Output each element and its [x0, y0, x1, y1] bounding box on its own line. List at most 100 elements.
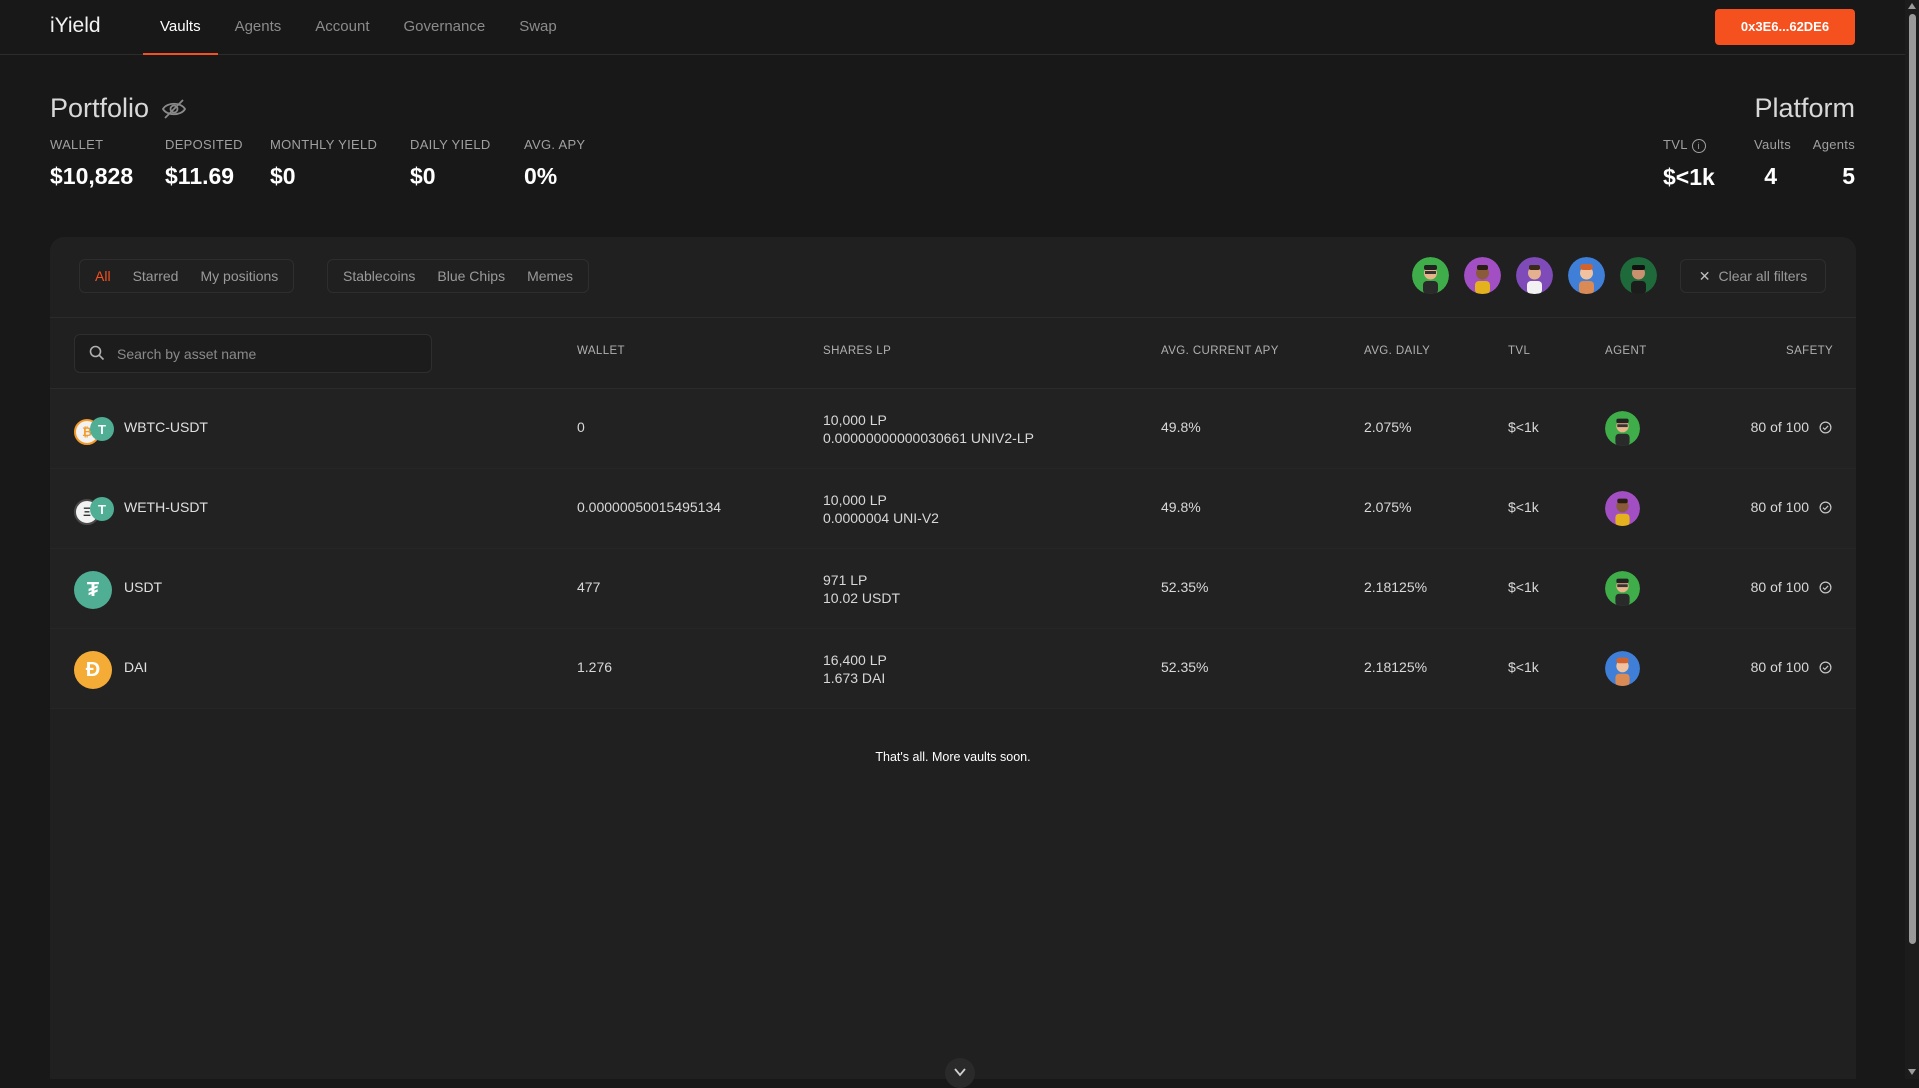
- usdt-icon: T: [90, 417, 114, 441]
- col-avg-daily[interactable]: AVG. DAILY: [1364, 345, 1430, 357]
- vault-row-usdt[interactable]: ₮ USDT 477 971 LP 10.02 USDT 52.35% 2.18…: [50, 549, 1856, 629]
- eye-slash-icon[interactable]: [161, 97, 187, 121]
- agent-avatar[interactable]: [1605, 571, 1640, 606]
- agent-avatar[interactable]: [1605, 651, 1640, 686]
- col-safety[interactable]: SAFETY: [1786, 345, 1833, 357]
- tvl: $<1k: [1508, 579, 1539, 595]
- wallet-value: 1.276: [577, 659, 613, 675]
- filter-my-positions[interactable]: My positions: [189, 261, 289, 291]
- tab-vaults[interactable]: Vaults: [143, 0, 218, 55]
- stat-daily-yield: DAILY YIELD $0: [410, 137, 491, 190]
- top-navbar: iYield Vaults Agents Account Governance …: [0, 0, 1905, 55]
- stat-avg-apy: AVG. APY 0%: [524, 137, 585, 190]
- portfolio-heading: Portfolio: [50, 93, 187, 124]
- tab-agents[interactable]: Agents: [218, 0, 299, 54]
- vault-row-wbtc-usdt[interactable]: ₿ T WBTC-USDT 0 10,000 LP 0.000000000000…: [50, 389, 1856, 469]
- safety-score: 80 of 100: [1751, 419, 1832, 435]
- scrollbar-thumb[interactable]: [1909, 14, 1916, 944]
- shares-underlying: 1.673 DAI: [823, 670, 886, 686]
- stat-wallet: WALLET $10,828: [50, 137, 133, 190]
- vaults-panel: All Starred My positions Stablecoins Blu…: [50, 237, 1856, 1079]
- stat-platform-vaults: Vaults 4: [1741, 137, 1791, 190]
- agent-avatar[interactable]: [1605, 411, 1640, 446]
- filter-stablecoins[interactable]: Stablecoins: [332, 261, 426, 291]
- scroll-down-button[interactable]: [945, 1058, 975, 1088]
- safety-value: 80 of 100: [1750, 579, 1809, 595]
- shield-check-icon: [1819, 661, 1832, 673]
- vault-row-dai[interactable]: Ð DAI 1.276 16,400 LP 1.673 DAI 52.35% 2…: [50, 629, 1856, 709]
- stat-value: $11.69: [165, 163, 235, 189]
- wallet-value: 0.00000050015495134: [577, 499, 722, 515]
- tab-account[interactable]: Account: [298, 0, 386, 54]
- agent-filter-avatar-1[interactable]: [1412, 257, 1449, 294]
- avg-current-apy: 52.35%: [1161, 579, 1209, 595]
- stat-label: Vaults: [1754, 137, 1791, 152]
- category-filter-group: Stablecoins Blue Chips Memes: [327, 259, 589, 293]
- stat-label: TVL i: [1663, 137, 1715, 153]
- stat-label: DEPOSITED: [165, 137, 243, 152]
- stat-value: $10,828: [50, 163, 134, 189]
- avg-daily: 2.075%: [1364, 499, 1412, 515]
- filter-blue-chips[interactable]: Blue Chips: [426, 261, 516, 291]
- stat-value: 0%: [524, 163, 558, 189]
- search-input[interactable]: [115, 335, 419, 372]
- shield-check-icon: [1819, 421, 1832, 433]
- col-shares-lp[interactable]: SHARES LP: [823, 345, 891, 357]
- agent-avatar[interactable]: [1605, 491, 1640, 526]
- vertical-scrollbar[interactable]: [1905, 0, 1919, 1079]
- shares-lp: 10,000 LP 0.0000004 UNI-V2: [823, 491, 939, 527]
- filter-memes[interactable]: Memes: [516, 261, 584, 291]
- stat-platform-agents: Agents 5: [1805, 137, 1855, 190]
- filters-bar: All Starred My positions Stablecoins Blu…: [50, 237, 1856, 318]
- stat-label: AVG. APY: [524, 137, 586, 152]
- shares-lp-amount: 10,000 LP: [823, 492, 887, 508]
- close-icon: ✕: [1698, 268, 1711, 284]
- agent-filter-avatar-3[interactable]: [1516, 257, 1553, 294]
- agent-filter-avatar-5[interactable]: [1620, 257, 1657, 294]
- tvl: $<1k: [1508, 419, 1539, 435]
- stat-value: 4: [1764, 163, 1777, 189]
- clear-all-filters-button[interactable]: ✕ Clear all filters: [1680, 259, 1826, 293]
- col-tvl[interactable]: TVL: [1508, 345, 1530, 357]
- vault-row-weth-usdt[interactable]: Ξ T WETH-USDT 0.00000050015495134 10,000…: [50, 469, 1856, 549]
- scroll-down-arrow[interactable]: [1908, 1069, 1916, 1075]
- stat-label: WALLET: [50, 137, 104, 152]
- filter-all[interactable]: All: [84, 261, 122, 291]
- safety-score: 80 of 100: [1751, 499, 1832, 515]
- dai-icon: Ð: [74, 651, 112, 689]
- end-of-list-note: That's all. More vaults soon.: [875, 750, 1031, 764]
- agent-filter-avatar-2[interactable]: [1464, 257, 1501, 294]
- shares-lp: 16,400 LP 1.673 DAI: [823, 651, 887, 687]
- search-box: [74, 334, 432, 373]
- asset-name: USDT: [124, 579, 163, 595]
- asset-name: DAI: [124, 659, 148, 675]
- tab-swap[interactable]: Swap: [502, 0, 574, 54]
- stat-value: $0: [270, 163, 296, 189]
- avg-current-apy: 52.35%: [1161, 659, 1209, 675]
- main-nav: Vaults Agents Account Governance Swap: [143, 0, 574, 55]
- stat-label: DAILY YIELD: [410, 137, 491, 152]
- info-icon[interactable]: i: [1691, 138, 1706, 153]
- stat-deposited: DEPOSITED $11.69: [165, 137, 243, 190]
- asset-name: WBTC-USDT: [124, 419, 208, 435]
- agent-filter-avatar-4[interactable]: [1568, 257, 1605, 294]
- usdt-icon: ₮: [74, 571, 112, 609]
- safety-value: 80 of 100: [1750, 659, 1809, 675]
- stat-value: 5: [1842, 163, 1855, 189]
- col-wallet[interactable]: WALLET: [577, 345, 625, 357]
- shield-check-icon: [1819, 501, 1832, 513]
- table-header: WALLET SHARES LP AVG. CURRENT APY AVG. D…: [50, 318, 1856, 389]
- tab-governance[interactable]: Governance: [386, 0, 502, 54]
- scroll-up-arrow[interactable]: [1908, 3, 1916, 9]
- usdt-icon: T: [90, 497, 114, 521]
- col-avg-current-apy[interactable]: AVG. CURRENT APY: [1161, 345, 1279, 357]
- col-agent[interactable]: AGENT: [1605, 345, 1647, 357]
- shares-underlying: 10.02 USDT: [823, 590, 901, 606]
- shares-lp-amount: 16,400 LP: [823, 652, 887, 668]
- shares-lp: 10,000 LP 0.00000000000030661 UNIV2-LP: [823, 411, 1034, 447]
- stat-value: $0: [410, 163, 436, 189]
- app-logo[interactable]: iYield: [50, 14, 101, 38]
- wallet-address-button[interactable]: 0x3E6...62DE6: [1715, 9, 1855, 45]
- wallet-value: 477: [577, 579, 601, 595]
- filter-starred[interactable]: Starred: [122, 261, 190, 291]
